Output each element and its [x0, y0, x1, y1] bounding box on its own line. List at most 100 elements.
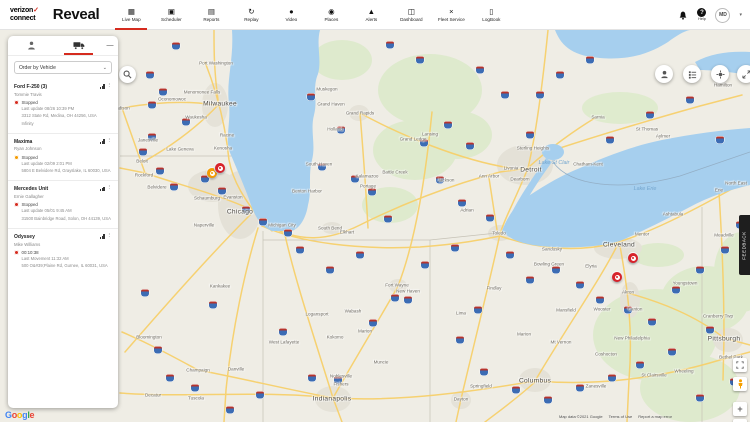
city-label: Columbus — [518, 377, 552, 385]
city-label: Kenosha — [213, 145, 233, 151]
city-label: South Haven — [305, 161, 333, 167]
vehicle-marker-odyssey[interactable] — [215, 163, 225, 173]
nav-item-reports[interactable]: ▤ Reports — [191, 0, 231, 30]
interstate-shield-icon — [326, 266, 334, 274]
vehicle-card[interactable]: Ford F-250 (3) ⋮ Tommie Travis Stopped Last … — [8, 79, 118, 133]
interstate-shield-icon — [170, 183, 178, 191]
nav-item-scheduler[interactable]: ▣ Scheduler — [151, 0, 191, 30]
city-label: Racine — [219, 132, 235, 138]
card-menu-icon[interactable]: ⋮ — [107, 233, 113, 239]
vehicle-card-icons: ⋮ — [100, 83, 113, 89]
city-label: Marion — [516, 331, 532, 337]
city-label: Findlay — [486, 285, 502, 291]
vehicle-detail-line-1: Last update 05/01 9:45 AM — [21, 208, 72, 214]
interstate-shield-icon — [308, 374, 316, 382]
map-search-button[interactable] — [119, 66, 136, 83]
city-label: Hamilton — [713, 82, 733, 88]
nav-item-live-map[interactable]: ▦ Live Map — [111, 0, 151, 30]
city-label: Sterling Heights — [516, 145, 550, 151]
traffic-icon — [715, 69, 725, 79]
nav-item-alerts[interactable]: ▲ Alerts — [351, 0, 391, 30]
zoom-in-button[interactable]: + — [733, 402, 747, 416]
card-menu-icon[interactable]: ⋮ — [107, 186, 113, 192]
feedback-tab[interactable]: FEEDBACK — [739, 215, 750, 275]
city-label: Lake Geneva — [166, 146, 194, 152]
nav-item-fleet-service[interactable]: × Fleet Service — [431, 0, 471, 30]
marker-dot — [615, 275, 619, 279]
wrench-icon: × — [449, 6, 454, 16]
vehicle-card-icons: ⋮ — [100, 138, 113, 144]
nav-item-label: Reports — [203, 16, 220, 22]
city-label: Portage — [359, 183, 377, 189]
map-legend-button[interactable] — [683, 65, 701, 83]
city-label: Akron — [621, 289, 635, 295]
interstate-shield-icon — [209, 301, 217, 309]
interstate-shield-icon — [386, 41, 394, 49]
city-label: Ashtabula — [662, 211, 684, 217]
expand-arrows-icon — [741, 69, 750, 79]
verizon-connect-logo: verizon✓ connect — [10, 7, 39, 22]
street-view-pegman-button[interactable] — [733, 377, 747, 391]
nav-item-replay[interactable]: ↻ Replay — [231, 0, 271, 30]
order-by-dropdown[interactable]: Order by Vehicle ⌄ — [14, 61, 112, 74]
panel-minimize-button[interactable]: — — [102, 42, 118, 49]
vehicle-name: Maxima — [14, 138, 33, 145]
interstate-shield-icon — [474, 306, 482, 314]
interstate-shield-icon — [307, 93, 315, 101]
vehicle-card-header: Maxima ⋮ — [14, 138, 113, 145]
map-attribution: Map data ©2021 Google Terms of Use Repor… — [559, 414, 672, 419]
city-label: Indianapolis — [312, 395, 352, 403]
vehicle-marker-ford-f-250[interactable] — [612, 272, 622, 282]
interstate-shield-icon — [226, 406, 234, 414]
nav-item-label: Live Map — [122, 16, 141, 22]
city-label: Erie — [714, 187, 724, 193]
city-label: Grand Rapids — [345, 110, 375, 116]
nav-item-dashboard[interactable]: ◫ Dashboard — [391, 0, 431, 30]
marker-dot — [210, 171, 214, 175]
city-label: Bloomington — [136, 334, 162, 340]
vehicle-card[interactable]: Maxima ⋮ Ryan Johnson Stopped Last update 02… — [8, 132, 118, 181]
marker-dot — [631, 256, 635, 260]
help-button[interactable]: ? Help — [697, 8, 707, 22]
driver-name: Tommie Travis — [14, 91, 42, 97]
map-drivers-button[interactable] — [655, 65, 673, 83]
status-icon — [14, 100, 19, 105]
city-label: Wheeling — [674, 368, 694, 374]
card-menu-icon[interactable]: ⋮ — [107, 138, 113, 144]
interstate-shield-icon — [686, 96, 694, 104]
chevron-down-icon: ⌄ — [102, 64, 107, 71]
interstate-shield-icon — [576, 384, 584, 392]
header-nav: ▦ Live Map ▣ Scheduler ▤ Reports ↻ Replay ● Video… — [111, 0, 511, 30]
notifications-bell-icon[interactable] — [678, 10, 688, 21]
city-label: Oconomowoc — [157, 96, 187, 102]
city-label: Tuscola — [188, 395, 204, 401]
interstate-shield-icon — [444, 121, 452, 129]
marker-inner — [217, 165, 223, 171]
report-error-link[interactable]: Report a map error — [638, 414, 672, 419]
interstate-shield-icon — [256, 391, 264, 399]
account-menu-caret[interactable]: ▾ — [739, 12, 742, 18]
map-traffic-button[interactable] — [711, 65, 729, 83]
city-label: Kalamazoo — [355, 173, 379, 179]
tab-vehicles[interactable] — [55, 36, 102, 55]
city-label: Springfield — [470, 383, 492, 389]
vehicle-marker-mercedes-unit[interactable] — [628, 253, 638, 263]
nav-item-logbook[interactable]: ▯ LogBook — [471, 0, 511, 30]
nav-item-places[interactable]: ◉ Places — [311, 0, 351, 30]
help-icon: ? — [697, 8, 707, 18]
tab-drivers[interactable] — [8, 36, 55, 55]
interstate-shield-icon — [672, 286, 680, 294]
vehicle-detail-line-3: Infinity — [21, 120, 34, 126]
interstate-shield-icon — [668, 348, 676, 356]
map-expand-button[interactable] — [737, 65, 750, 83]
map-fullscreen-button[interactable] — [733, 358, 747, 372]
vehicle-card[interactable]: Odyssey ⋮ Mike Williams 00:10:38 Last Moveme… — [8, 228, 118, 276]
terms-link[interactable]: Terms of Use — [609, 414, 633, 419]
user-avatar[interactable]: MD — [715, 7, 731, 23]
card-menu-icon[interactable]: ⋮ — [107, 83, 113, 89]
interstate-shield-icon — [716, 136, 724, 144]
list-tabs: — — [8, 36, 118, 56]
interstate-shield-icon — [296, 246, 304, 254]
vehicle-card[interactable]: Mercedes Unit ⋮ Ernie Gallagher Stopped Last… — [8, 180, 118, 228]
nav-item-video[interactable]: ● Video — [271, 0, 311, 30]
